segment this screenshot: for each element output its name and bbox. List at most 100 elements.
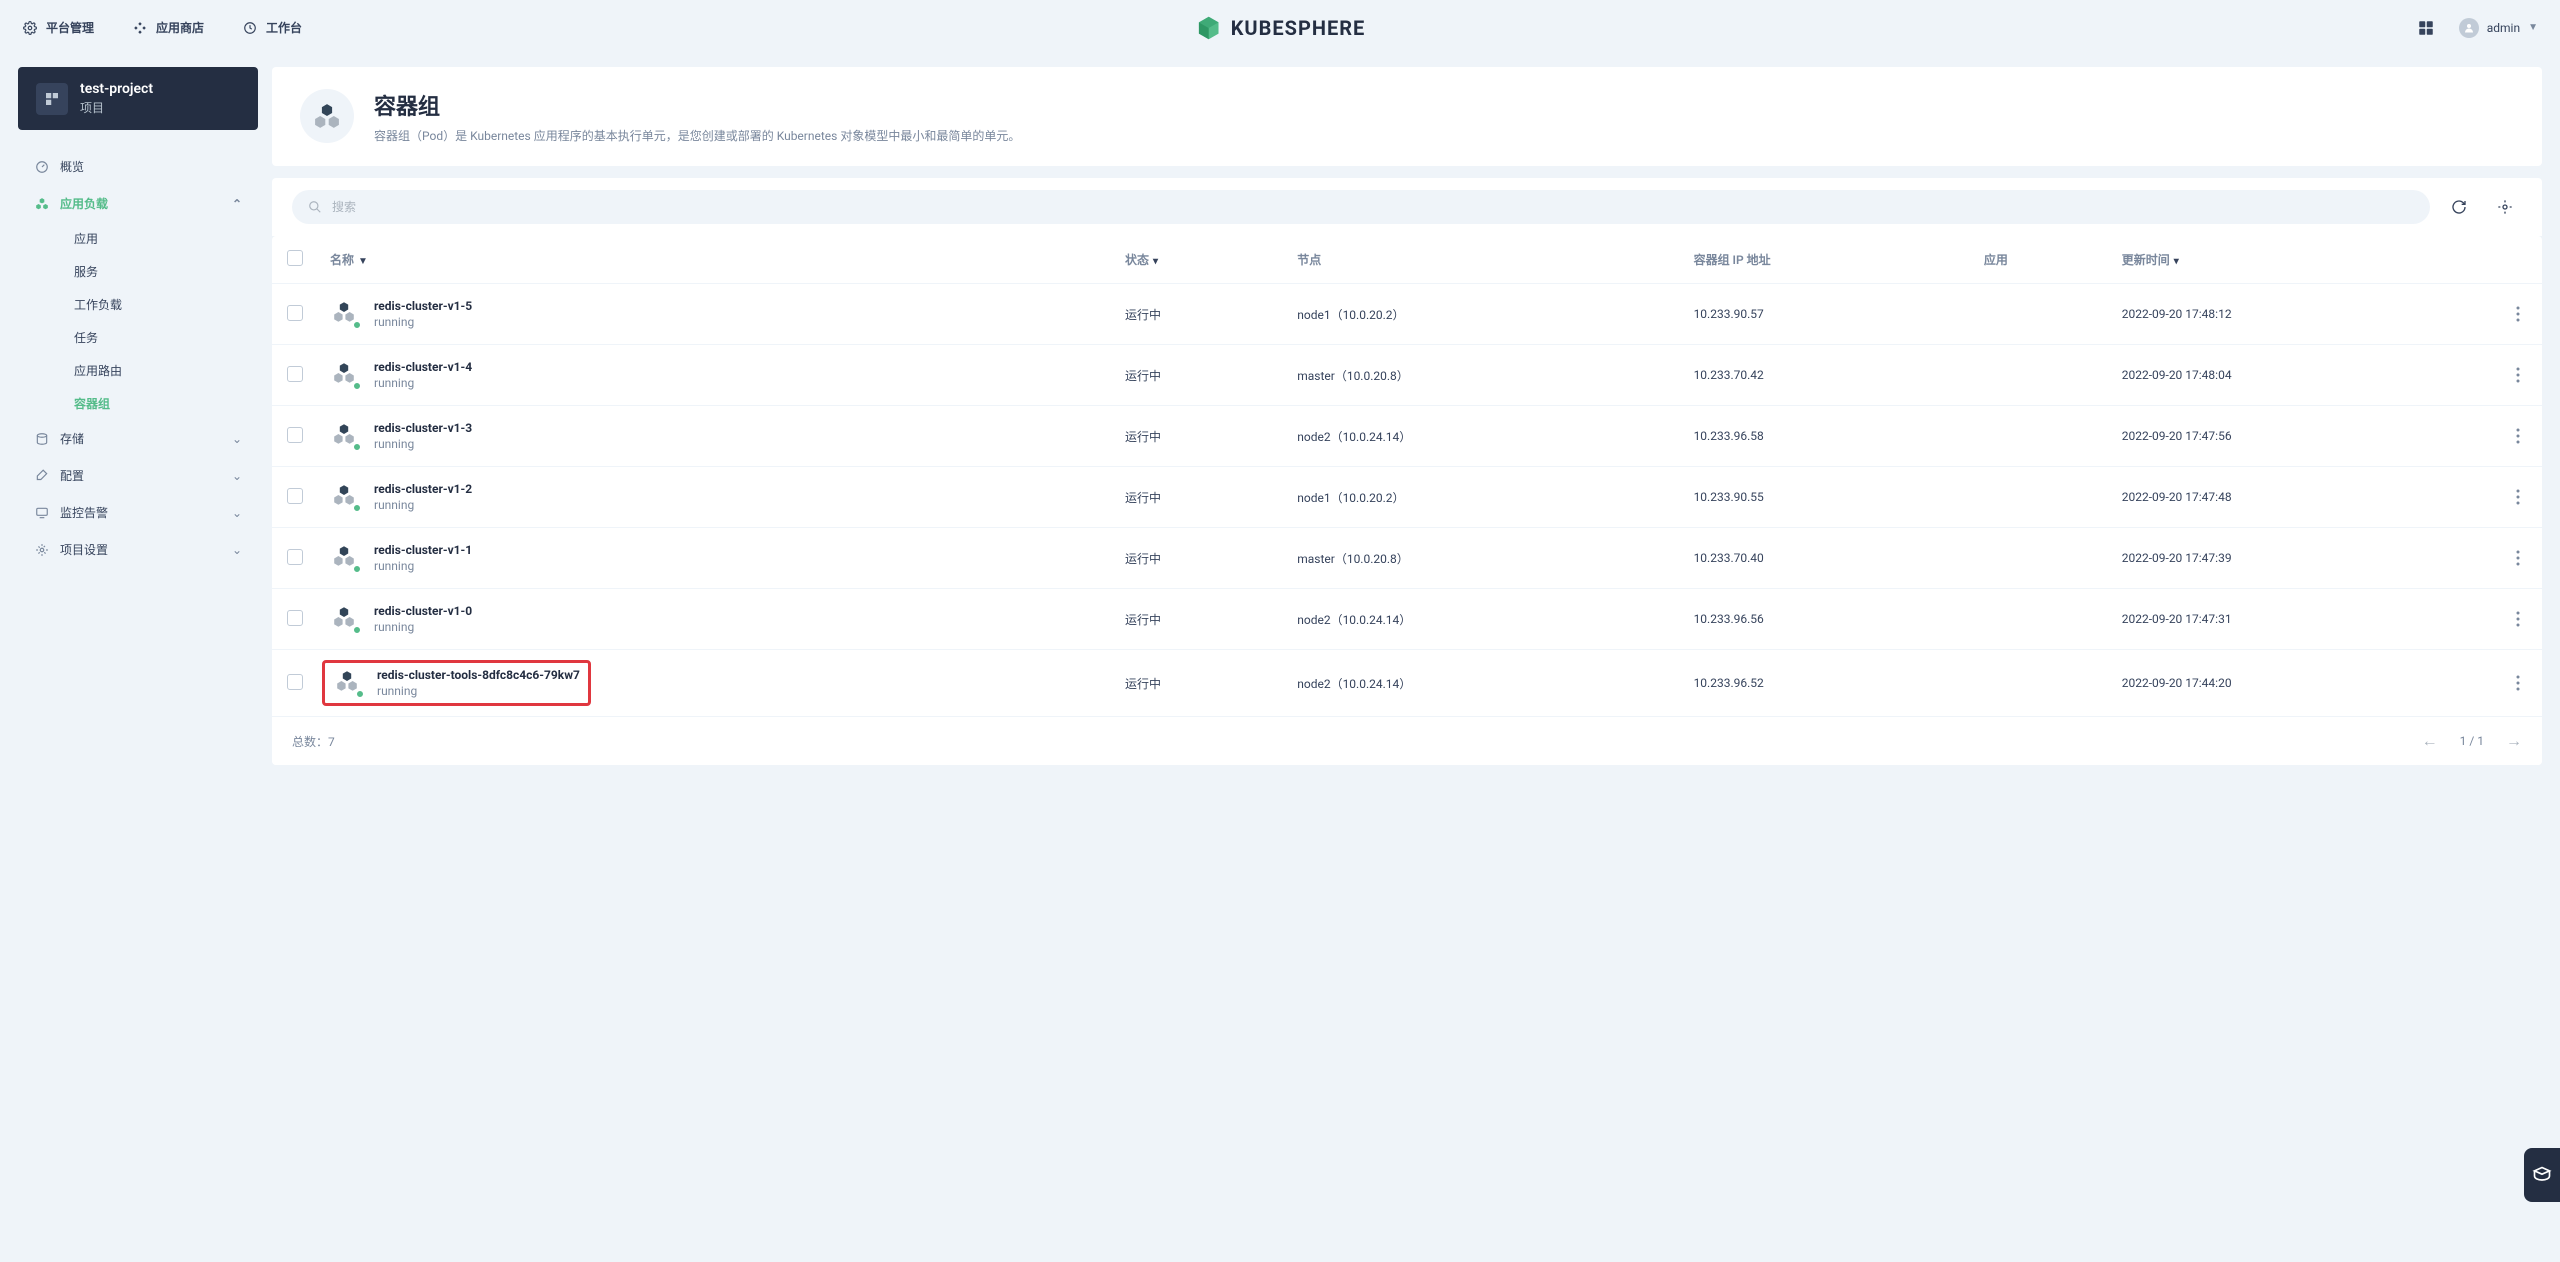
user-menu[interactable]: admin ▼ [2459,18,2538,38]
page-next-button[interactable]: → [2506,731,2522,751]
row-checkbox[interactable] [287,305,303,321]
col-updated[interactable]: 更新时间▾ [2110,236,2494,284]
gear-icon [22,20,38,36]
nav-settings[interactable]: 项目设置 ⌄ [22,531,254,568]
col-ip: 容器组 IP 地址 [1682,236,1972,284]
toolbar [272,178,2542,236]
chevron-down-icon: ▼ [2528,22,2538,33]
cell-ip: 10.233.96.58 [1682,406,1972,467]
cell-node: node2（10.0.24.14） [1285,650,1681,717]
project-card[interactable]: test-project 项目 [18,67,258,130]
pod-name: redis-cluster-tools-8dfc8c4c6-79kw7 [377,668,580,682]
nav-sub-app[interactable]: 应用 [62,222,254,255]
pod-name: redis-cluster-v1-4 [374,360,472,374]
table-row[interactable]: redis-cluster-tools-8dfc8c4c6-79kw7 runn… [272,650,2542,717]
row-more-button[interactable] [2506,363,2530,387]
row-more-button[interactable] [2506,302,2530,326]
cell-ip: 10.233.70.42 [1682,345,1972,406]
chevron-down-icon: ⌄ [232,543,242,557]
cell-app [1972,589,2110,650]
nav-sub-route[interactable]: 应用路由 [62,354,254,387]
sidebar: test-project 项目 概览 应用负载 ⌃ 应用 服务 工作负载 任务 … [18,67,258,568]
topbar-appstore[interactable]: 应用商店 [132,19,204,36]
status-dot-icon [355,689,365,699]
table-row[interactable]: redis-cluster-v1-0 running 运行中 node2（10.… [272,589,2542,650]
chevron-down-icon: ⌄ [232,469,242,483]
pod-name-cell[interactable]: redis-cluster-v1-2 running [330,481,1101,513]
row-checkbox[interactable] [287,549,303,565]
nav-sub-job[interactable]: 任务 [62,321,254,354]
row-checkbox[interactable] [287,427,303,443]
nav-monitor[interactable]: 监控告警 ⌄ [22,494,254,531]
select-all-checkbox[interactable] [287,250,303,266]
table-header-row: 名称▼ 状态▾ 节点 容器组 IP 地址 应用 更新时间▾ [272,236,2542,284]
cell-status: 运行中 [1113,345,1285,406]
nav-workloads-sub: 应用 服务 工作负载 任务 应用路由 容器组 [22,222,254,420]
pod-name: redis-cluster-v1-3 [374,421,472,435]
cell-node: node1（10.0.20.2） [1285,467,1681,528]
search-wrap [292,190,2430,224]
row-checkbox[interactable] [287,610,303,626]
status-dot-icon [352,320,362,330]
pod-icon [330,420,362,452]
topbar-workbench[interactable]: 工作台 [242,19,302,36]
table-row[interactable]: redis-cluster-v1-2 running 运行中 node1（10.… [272,467,2542,528]
row-checkbox[interactable] [287,366,303,382]
cell-app [1972,467,2110,528]
cell-node: master（10.0.20.8） [1285,345,1681,406]
nav-storage[interactable]: 存储 ⌄ [22,420,254,457]
pod-name-cell[interactable]: redis-cluster-tools-8dfc8c4c6-79kw7 runn… [333,667,580,699]
nav-sub-workload[interactable]: 工作负载 [62,288,254,321]
pager: ← 1 / 1 → [2422,731,2522,751]
topbar-platform[interactable]: 平台管理 [22,19,94,36]
pod-state: running [374,315,472,329]
pod-name-cell[interactable]: redis-cluster-v1-5 running [330,298,1101,330]
cell-node: node2（10.0.24.14） [1285,406,1681,467]
row-more-button[interactable] [2506,671,2530,695]
pod-name-cell[interactable]: redis-cluster-v1-0 running [330,603,1101,635]
row-more-button[interactable] [2506,424,2530,448]
apps-icon[interactable] [2417,19,2435,37]
pod-state: running [374,437,472,451]
cell-status: 运行中 [1113,284,1285,345]
topbar-workbench-label: 工作台 [266,19,302,36]
pod-name-cell[interactable]: redis-cluster-v1-4 running [330,359,1101,391]
nav-sub-pod[interactable]: 容器组 [62,387,254,420]
table-row[interactable]: redis-cluster-v1-4 running 运行中 master（10… [272,345,2542,406]
page-prev-button[interactable]: ← [2422,731,2438,751]
row-more-button[interactable] [2506,485,2530,509]
config-icon [34,468,50,484]
row-more-button[interactable] [2506,546,2530,570]
cell-app [1972,406,2110,467]
table-row[interactable]: redis-cluster-v1-1 running 运行中 master（10… [272,528,2542,589]
help-fab[interactable] [2524,1148,2560,1202]
pod-header-icon [300,89,354,143]
nav-config[interactable]: 配置 ⌄ [22,457,254,494]
table-row[interactable]: redis-cluster-v1-5 running 运行中 node1（10.… [272,284,2542,345]
table-row[interactable]: redis-cluster-v1-3 running 运行中 node2（10.… [272,406,2542,467]
nav-sub-service[interactable]: 服务 [62,255,254,288]
search-input[interactable] [332,200,2414,214]
col-status[interactable]: 状态▾ [1113,236,1285,284]
cell-ip: 10.233.96.56 [1682,589,1972,650]
row-checkbox[interactable] [287,674,303,690]
pod-name-cell[interactable]: redis-cluster-v1-1 running [330,542,1101,574]
col-name[interactable]: 名称▼ [318,236,1113,284]
row-more-button[interactable] [2506,607,2530,631]
topbar-right: admin ▼ [2417,18,2538,38]
chevron-down-icon: ⌄ [232,432,242,446]
pod-name: redis-cluster-v1-0 [374,604,472,618]
refresh-button[interactable] [2442,190,2476,224]
settings-button[interactable] [2488,190,2522,224]
cell-updated: 2022-09-20 17:48:04 [2110,345,2494,406]
row-checkbox[interactable] [287,488,303,504]
project-icon [36,83,68,115]
col-node: 节点 [1285,236,1681,284]
nav-overview[interactable]: 概览 [22,148,254,185]
dashboard-icon [34,159,50,175]
pod-name-cell[interactable]: redis-cluster-v1-3 running [330,420,1101,452]
nav-workloads[interactable]: 应用负载 ⌃ [22,185,254,222]
nav-workloads-label: 应用负载 [60,195,108,212]
brand[interactable]: KUBESPHERE [1195,14,1366,42]
cell-ip: 10.233.90.57 [1682,284,1972,345]
